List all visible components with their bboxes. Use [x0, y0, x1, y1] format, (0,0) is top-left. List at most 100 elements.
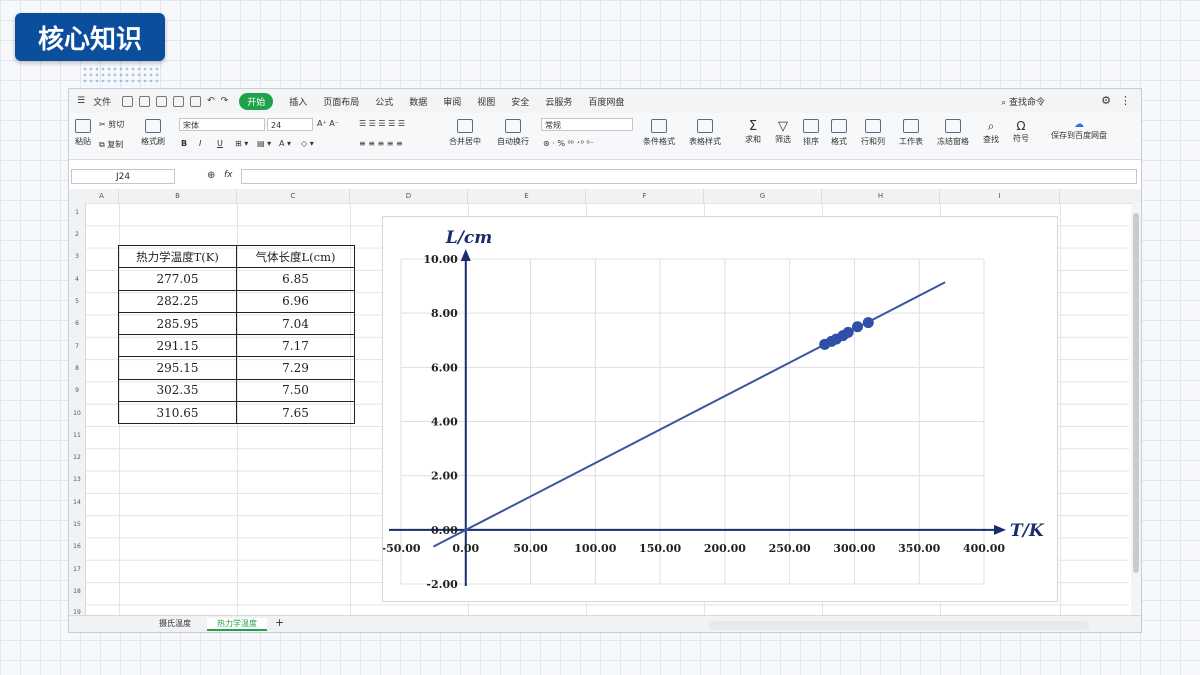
row-header[interactable]: 10: [69, 410, 85, 417]
table-style-button[interactable]: 表格样式: [689, 119, 721, 147]
row-header[interactable]: 15: [69, 521, 85, 528]
zoom-icon[interactable]: ⊕: [207, 170, 215, 181]
font-color-icon[interactable]: A ▾: [279, 139, 291, 148]
cell-temperature[interactable]: 282.25: [118, 289, 237, 313]
menu-review[interactable]: 审阅: [443, 95, 461, 108]
cell-length[interactable]: 6.85: [236, 267, 355, 291]
redo-icon[interactable]: ↷: [221, 96, 229, 106]
name-box[interactable]: J24: [71, 169, 175, 184]
col-header-a[interactable]: A: [85, 189, 119, 203]
sheet-tab-kelvin[interactable]: 热力学温度: [207, 618, 267, 631]
row-header[interactable]: 17: [69, 566, 85, 573]
row-header[interactable]: 8: [69, 365, 85, 372]
font-select[interactable]: 宋体: [179, 118, 265, 131]
row-header[interactable]: 7: [69, 343, 85, 350]
bold-button[interactable]: B: [181, 139, 187, 148]
menu-insert[interactable]: 插入: [289, 95, 307, 108]
cell-temperature[interactable]: 291.15: [118, 334, 237, 358]
row-header[interactable]: 3: [69, 253, 85, 260]
font-grow-icon[interactable]: A⁺ A⁻: [317, 119, 339, 128]
menu-cloud[interactable]: 云服务: [545, 95, 572, 108]
freeze-panes-button[interactable]: 冻结窗格: [937, 119, 969, 147]
number-format-select[interactable]: 常规: [541, 118, 633, 131]
cell-length[interactable]: 7.65: [236, 401, 355, 425]
menu-file[interactable]: 文件: [93, 95, 111, 108]
font-size-select[interactable]: 24: [267, 118, 313, 131]
find-button[interactable]: ⌕ 查找: [983, 119, 999, 145]
col-header-i[interactable]: I: [940, 189, 1060, 203]
menu-security[interactable]: 安全: [511, 95, 529, 108]
cell-length[interactable]: 7.29: [236, 356, 355, 380]
border-icon[interactable]: ⊞ ▾: [235, 139, 248, 148]
horizontal-scrollbar[interactable]: [709, 621, 1089, 630]
col-header-g[interactable]: G: [704, 189, 822, 203]
filter-button[interactable]: ▽ 筛选: [775, 119, 791, 145]
number-format-icons[interactable]: ⊛ · % ⁰⁰ ⁺⁰ ⁰⁻: [543, 139, 594, 148]
preview-icon[interactable]: [173, 95, 185, 107]
cell-temperature[interactable]: 285.95: [118, 311, 237, 336]
wrap-text-button[interactable]: 自动换行: [497, 119, 529, 147]
worksheet-button[interactable]: 工作表: [899, 119, 923, 147]
undo-icon[interactable]: ↶: [207, 96, 215, 106]
cell-temperature[interactable]: 302.35: [118, 378, 237, 403]
align-top-icon[interactable]: ☰ ☰ ☰ ☰ ☰: [359, 119, 405, 128]
underline-button[interactable]: U: [217, 139, 223, 148]
row-header[interactable]: 18: [69, 588, 85, 595]
conditional-format-button[interactable]: 条件格式: [643, 119, 675, 147]
save-to-baidu-button[interactable]: ☁ 保存到百度网盘: [1051, 119, 1107, 141]
col-header-b[interactable]: B: [119, 189, 237, 203]
export-icon[interactable]: [190, 95, 202, 107]
format-button[interactable]: 格式: [831, 119, 847, 147]
scroll-thumb[interactable]: [1133, 213, 1139, 573]
menu-data[interactable]: 数据: [409, 95, 427, 108]
col-header-f[interactable]: F: [586, 189, 704, 203]
settings-icon[interactable]: ⚙: [1101, 94, 1111, 107]
menu-home[interactable]: 开始: [239, 92, 274, 110]
row-header[interactable]: 5: [69, 298, 85, 305]
format-painter-button[interactable]: 格式刷: [141, 119, 165, 147]
row-header[interactable]: 4: [69, 276, 85, 283]
save-icon[interactable]: [139, 95, 151, 107]
row-header[interactable]: 11: [69, 432, 85, 439]
cell-temperature[interactable]: 295.15: [118, 356, 237, 380]
align-left-icon[interactable]: ≡ ≡ ≡ ≡ ≡: [359, 139, 403, 148]
cut-button[interactable]: ✂ 剪切: [99, 119, 124, 130]
header-temperature[interactable]: 热力学温度T(K): [118, 244, 237, 269]
merge-center-button[interactable]: 合并居中: [449, 119, 481, 147]
italic-button[interactable]: I: [199, 139, 201, 148]
row-header[interactable]: 9: [69, 387, 85, 394]
row-header[interactable]: 6: [69, 320, 85, 327]
col-header-c[interactable]: C: [237, 189, 350, 203]
cell-length[interactable]: 7.50: [236, 378, 355, 403]
cell-length[interactable]: 7.04: [236, 311, 355, 336]
copy-button[interactable]: ⧉ 复制: [99, 139, 123, 150]
add-sheet-button[interactable]: +: [265, 616, 294, 629]
col-header-d[interactable]: D: [350, 189, 468, 203]
cell-temperature[interactable]: 310.65: [118, 401, 237, 425]
paste-button[interactable]: 粘贴: [75, 119, 91, 147]
row-header[interactable]: 1: [69, 209, 85, 216]
menu-formula[interactable]: 公式: [375, 95, 393, 108]
fx-icon[interactable]: fx: [224, 170, 233, 180]
formula-input[interactable]: [241, 169, 1137, 184]
menu-icon[interactable]: ☰: [77, 96, 85, 106]
menu-view[interactable]: 视图: [477, 95, 495, 108]
col-header-h[interactable]: H: [822, 189, 940, 203]
header-length[interactable]: 气体长度L(cm): [236, 244, 355, 269]
sheet-tab-celsius[interactable]: 摄氏温度: [149, 618, 201, 629]
row-header[interactable]: 13: [69, 476, 85, 483]
new-icon[interactable]: [122, 95, 134, 107]
vertical-scrollbar[interactable]: [1131, 203, 1141, 616]
menu-baidu-disk[interactable]: 百度网盘: [588, 95, 624, 108]
row-header[interactable]: 2: [69, 231, 85, 238]
menu-page-layout[interactable]: 页面布局: [323, 95, 359, 108]
symbol-button[interactable]: Ω 符号: [1013, 119, 1029, 144]
row-header[interactable]: 14: [69, 499, 85, 506]
row-col-button[interactable]: 行和列: [861, 119, 885, 147]
fill-color-icon[interactable]: ▤ ▾: [257, 139, 271, 148]
more-icon[interactable]: ⋮: [1120, 94, 1131, 107]
cell-temperature[interactable]: 277.05: [118, 267, 237, 291]
row-header[interactable]: 12: [69, 454, 85, 461]
row-header[interactable]: 16: [69, 543, 85, 550]
sort-button[interactable]: 排序: [803, 119, 819, 147]
